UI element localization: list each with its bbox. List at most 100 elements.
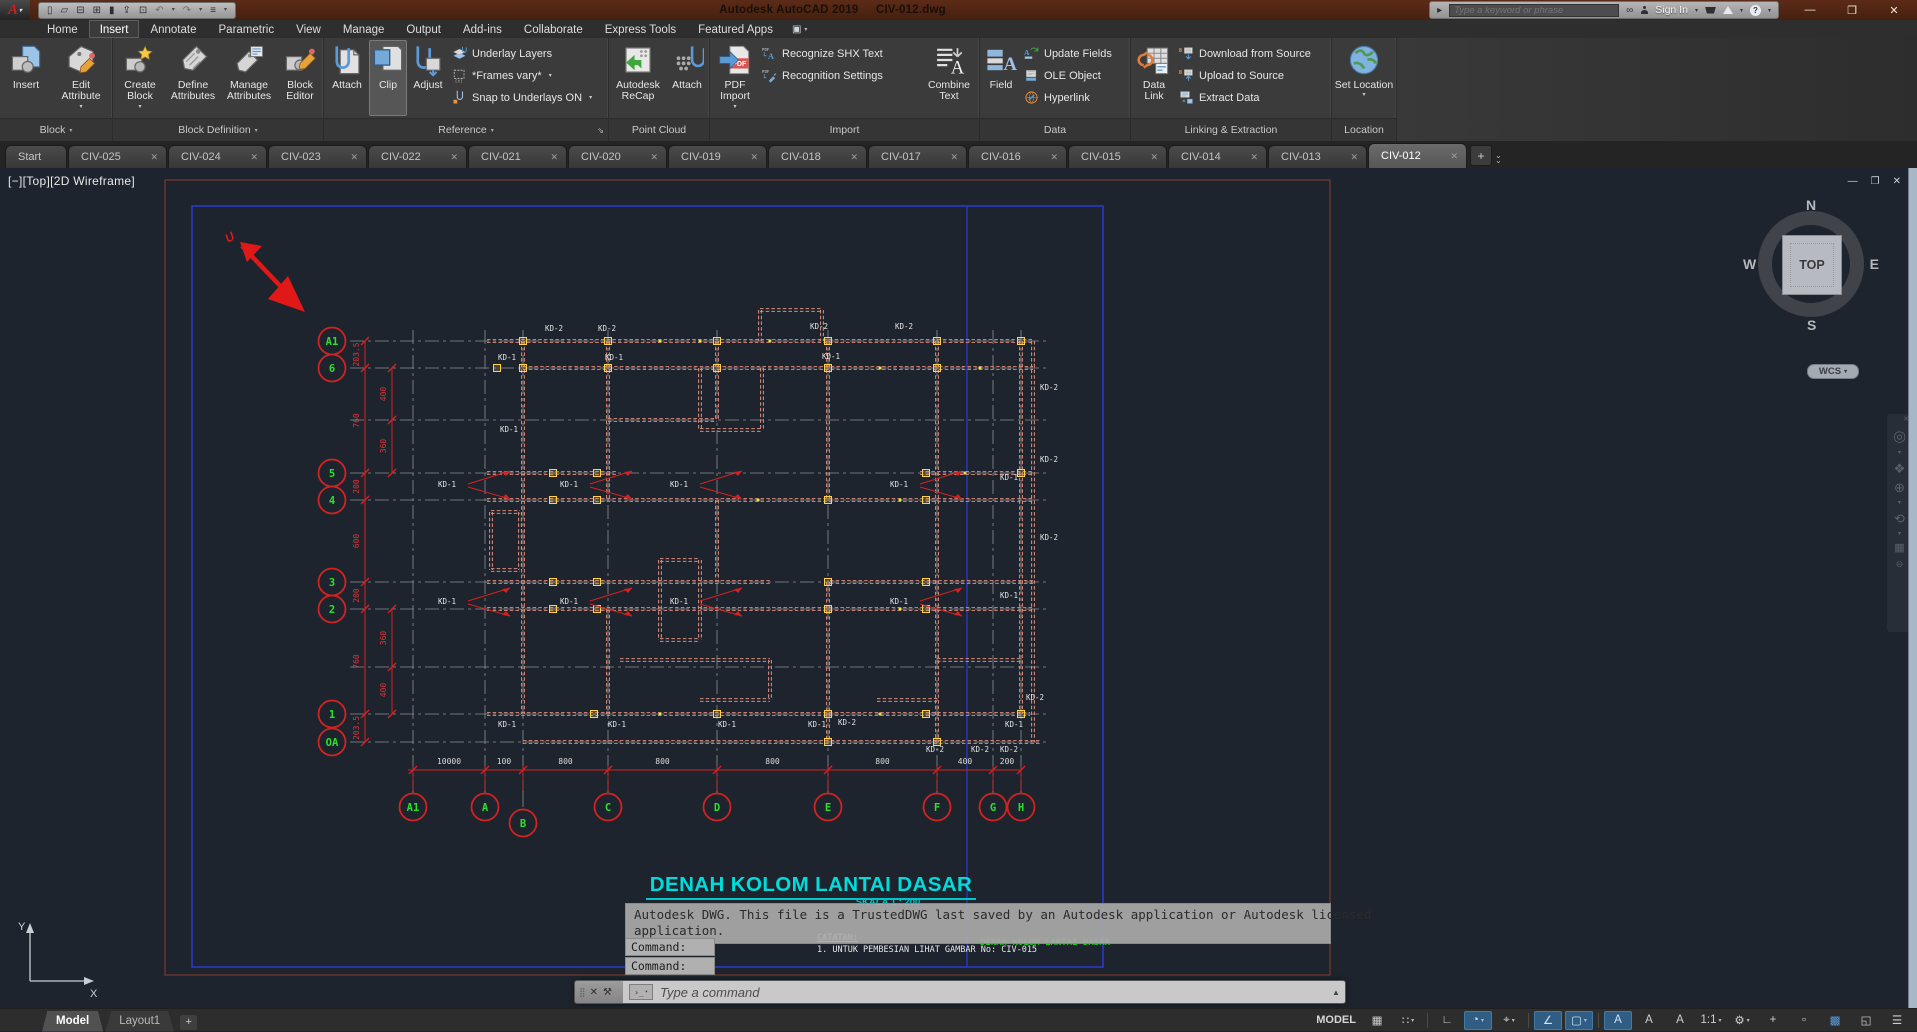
dimension-value[interactable]: 200 — [352, 479, 361, 494]
object-snap-icon-dropdown[interactable]: ▾ — [1584, 1017, 1587, 1024]
viewcube[interactable]: N W E S TOP — [1743, 197, 1879, 333]
close-tab-icon[interactable]: ✕ — [1250, 152, 1258, 163]
command-line-grip[interactable]: ⣿ ✕ ⚒ — [575, 981, 623, 1003]
grid-bubble-label[interactable]: OA — [326, 737, 339, 749]
zoom-icon[interactable]: ⊕ — [1894, 481, 1905, 494]
file-tab-civ-012[interactable]: CIV-012 ✕ — [1368, 143, 1467, 168]
kd-label[interactable]: KD-1 — [498, 720, 516, 729]
autodesk-logo-icon[interactable] — [1722, 6, 1733, 14]
panel-label-point-cloud[interactable]: Point Cloud — [609, 118, 709, 141]
kd-label[interactable]: KD-1 — [560, 597, 578, 606]
frames-vary-dropdown-icon[interactable]: ▾ — [549, 72, 552, 79]
status-customization-icon[interactable]: + — [1759, 1011, 1787, 1030]
data-link-button[interactable]: Data Link — [1132, 40, 1176, 116]
panel-dropdown-icon[interactable]: ▾ — [491, 127, 494, 134]
workspace-switching-icon-dropdown[interactable]: ▾ — [1747, 1017, 1750, 1024]
grid-bubble-label[interactable]: 2 — [329, 604, 335, 616]
file-tab-civ-017[interactable]: CIV-017 ✕ — [868, 145, 967, 168]
panel-dropdown-icon[interactable]: ▾ — [255, 127, 258, 134]
file-tab-civ-014[interactable]: CIV-014 ✕ — [1168, 145, 1267, 168]
dimension-value[interactable]: 203.5 — [352, 716, 361, 740]
close-tab-icon[interactable]: ✕ — [1450, 151, 1458, 162]
grid-bubble-label[interactable]: A1 — [407, 802, 420, 814]
kd-label[interactable]: KD-2 — [1026, 693, 1044, 702]
orbit-icon[interactable]: ⟲ — [1894, 512, 1905, 525]
grid-bubble-label[interactable]: B — [520, 818, 526, 830]
qat-customize-icon[interactable]: ≡ — [210, 3, 216, 18]
annotation-scale-value-dropdown[interactable]: ▾ — [1718, 1017, 1721, 1024]
layout1-tab[interactable]: Layout1 — [105, 1010, 175, 1032]
tab-annotate[interactable]: Annotate — [139, 20, 207, 38]
kd-label[interactable]: KD-1 — [500, 425, 518, 434]
kd-label[interactable]: KD-2 — [971, 745, 989, 754]
kd-label[interactable]: KD-1 — [890, 480, 908, 489]
tab-manage[interactable]: Manage — [332, 20, 396, 38]
kd-label[interactable]: KD-1 — [560, 480, 578, 489]
command-tools-icon[interactable]: ⚒ — [603, 987, 612, 998]
kd-label[interactable]: KD-1 — [1000, 591, 1018, 600]
ortho-mode-icon[interactable]: ∟ — [1433, 1011, 1461, 1030]
kd-label[interactable]: KD-1 — [498, 353, 516, 362]
panel-label-import[interactable]: Import — [710, 118, 979, 141]
command-history-up-icon[interactable]: ▲ — [1327, 981, 1345, 1003]
north-arrow[interactable]: U — [223, 229, 306, 312]
panel-dropdown-icon[interactable]: ▾ — [69, 127, 72, 134]
ucs-icon[interactable]: YX — [18, 921, 98, 1000]
dimension-value[interactable]: 100 — [497, 757, 512, 766]
doc-close-icon[interactable]: ✕ — [1893, 176, 1901, 187]
create-block-button[interactable]: Create Block ▾ — [114, 40, 166, 116]
upload-source-button[interactable]: 8 Upload to Source — [1179, 66, 1327, 85]
panel-label-linking[interactable]: Linking & Extraction — [1131, 118, 1331, 141]
tab-output[interactable]: Output — [395, 20, 452, 38]
dimension-value[interactable]: 760 — [352, 654, 361, 669]
pdf-import-dropdown-icon[interactable]: ▾ — [733, 104, 736, 110]
save-icon[interactable]: ⊟ — [76, 3, 84, 18]
plot-icon[interactable]: ⊡ — [139, 3, 147, 18]
kd-label[interactable]: KD-2 — [926, 745, 944, 754]
grid-bubble-label[interactable]: G — [990, 802, 996, 814]
grid-bubble-label[interactable]: 1 — [329, 709, 335, 721]
graphics-performance-icon[interactable]: ▩ — [1821, 1011, 1849, 1030]
snap-underlays-button[interactable]: Snap to Underlays ON ▾ — [452, 88, 604, 107]
dimension-value[interactable]: 200 — [1000, 757, 1015, 766]
navbar-dropdown-icon[interactable]: ▾ — [1898, 531, 1901, 537]
workspace-switching-icon[interactable]: ⚙ ▾ — [1728, 1011, 1756, 1030]
dimension-value[interactable]: 800 — [655, 757, 670, 766]
file-tab-civ-016[interactable]: CIV-016 ✕ — [968, 145, 1067, 168]
panel-label-location[interactable]: Location — [1332, 118, 1396, 141]
grid-bubble-label[interactable]: E — [825, 802, 831, 814]
kd-label[interactable]: KD-2 — [810, 322, 828, 331]
grid-bubble-label[interactable]: C — [605, 802, 611, 814]
wcs-selector[interactable]: WCS ▾ — [1807, 364, 1859, 379]
recognition-settings-button[interactable]: PDF Recognition Settings — [762, 66, 917, 85]
kd-label[interactable]: KD-1 — [438, 597, 456, 606]
file-tab-civ-023[interactable]: CIV-023 ✕ — [268, 145, 367, 168]
dimension-value[interactable]: 400 — [379, 683, 388, 698]
viewcube-north[interactable]: N — [1806, 197, 1816, 213]
kd-label[interactable]: KD-1 — [890, 597, 908, 606]
attach-button[interactable]: Attach — [325, 40, 369, 116]
kd-label[interactable]: KD-1 — [822, 352, 840, 361]
navbar-collapse-icon[interactable]: ⊖ — [1896, 560, 1904, 569]
snap-mode-icon-dropdown[interactable]: ▾ — [1411, 1017, 1414, 1024]
viewcube-top-face[interactable]: TOP — [1782, 235, 1842, 295]
model-tab[interactable]: Model — [42, 1010, 104, 1032]
drawing-title-text[interactable]: DENAH KOLOM LANTAI DASAR — [646, 873, 976, 900]
dimension-value[interactable]: 360 — [379, 631, 388, 646]
pan-icon[interactable]: ❖ — [1894, 462, 1906, 475]
clip-button[interactable]: Clip — [369, 40, 407, 116]
columns[interactable] — [493, 337, 1025, 746]
close-tab-icon[interactable]: ✕ — [250, 152, 258, 163]
redo-icon[interactable]: ↷ — [183, 3, 191, 18]
ole-object-button[interactable]: OLE Object — [1024, 66, 1126, 85]
kd-label[interactable]: KD-1 — [670, 597, 688, 606]
kd-label[interactable]: KD-1 — [1000, 473, 1018, 482]
update-fields-button[interactable]: A Update Fields — [1024, 44, 1126, 63]
tab-featured-apps[interactable]: Featured Apps — [687, 20, 784, 38]
tab-home[interactable]: Home — [36, 20, 89, 38]
kd-label[interactable]: KD-1 — [608, 720, 626, 729]
kd-label[interactable]: KD-1 — [1005, 720, 1023, 729]
dimension-value[interactable]: 203.5 — [352, 342, 361, 366]
dimension-value[interactable]: 800 — [765, 757, 780, 766]
close-tab-icon[interactable]: ✕ — [1150, 152, 1158, 163]
